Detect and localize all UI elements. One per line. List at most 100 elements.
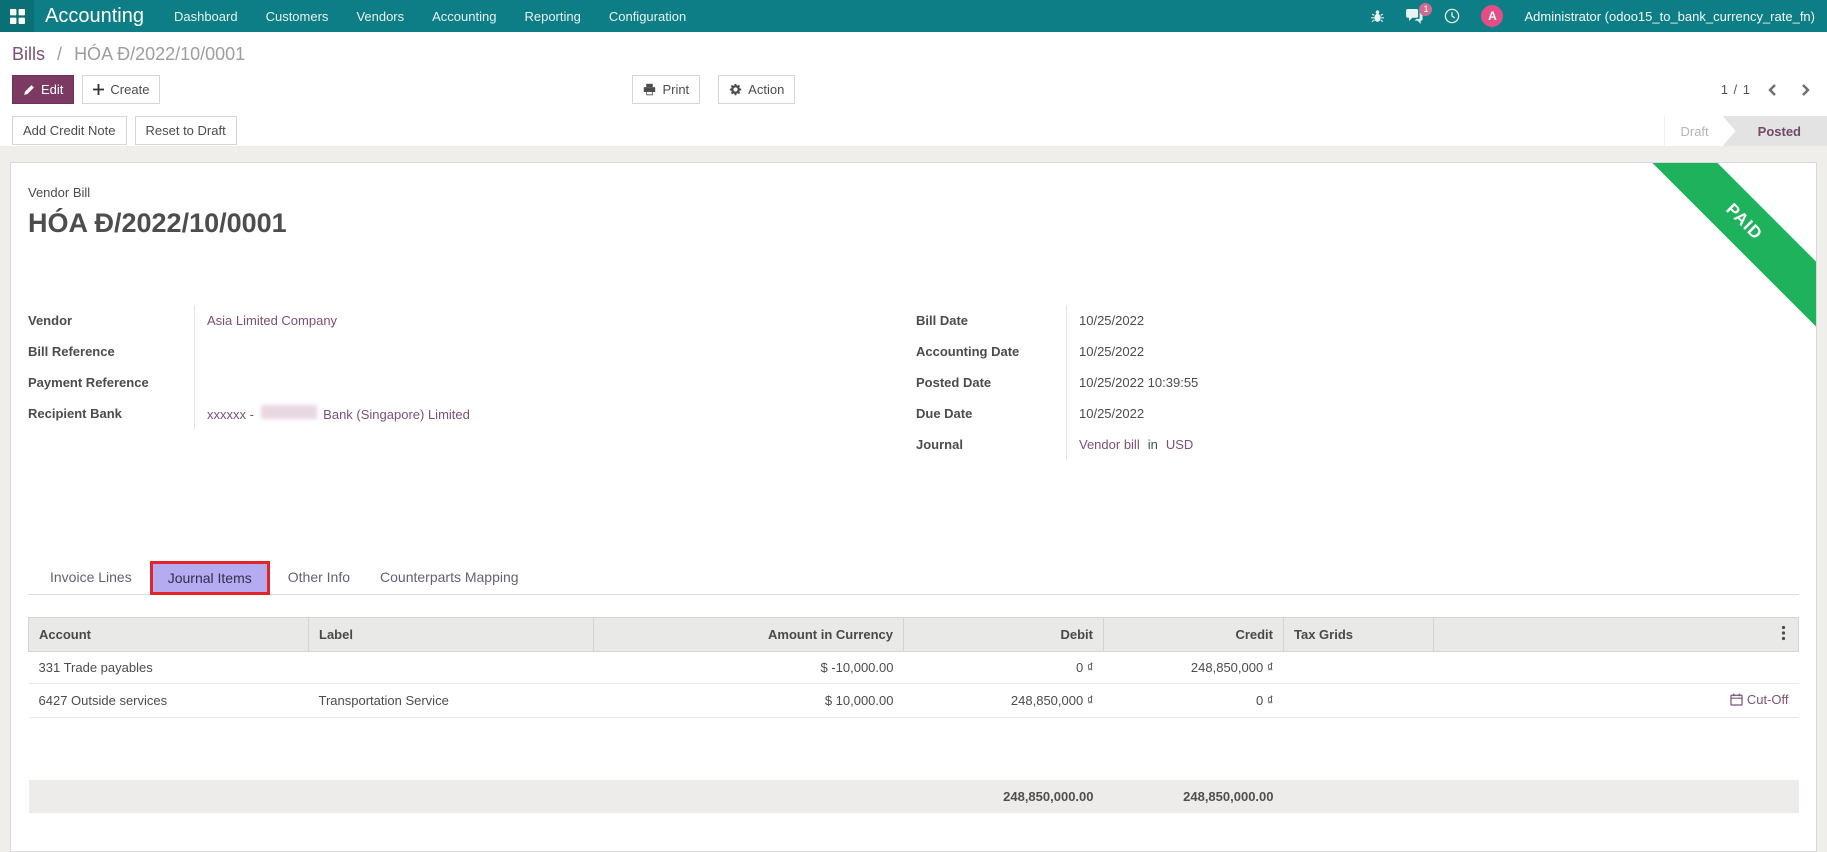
cut-off-tag[interactable]: Cut-Off bbox=[1730, 692, 1789, 707]
column-header-label[interactable]: Label bbox=[308, 617, 594, 652]
messages-badge: 1 bbox=[1419, 2, 1433, 16]
content-area: PAID Vendor Bill HÓA Đ/2022/10/0001 Vend… bbox=[0, 162, 1827, 852]
menu-configuration[interactable]: Configuration bbox=[595, 0, 700, 32]
extra-cell: Cut-Off bbox=[1433, 683, 1799, 718]
action-button-label: Action bbox=[748, 82, 785, 97]
document-type-label: Vendor Bill bbox=[28, 185, 91, 200]
menu-vendors[interactable]: Vendors bbox=[342, 0, 418, 32]
breadcrumb-current: HÓA Đ/2022/10/0001 bbox=[74, 44, 246, 64]
breadcrumb-separator: / bbox=[57, 44, 63, 64]
totals-row: 248,850,000.00 248,850,000.00 bbox=[28, 779, 1799, 813]
activities-clock-icon[interactable] bbox=[1444, 8, 1460, 24]
tax-grids-cell bbox=[1283, 651, 1434, 684]
accounting-date-field-value[interactable]: 10/25/2022 bbox=[1066, 336, 1799, 367]
print-button[interactable]: Print bbox=[632, 75, 701, 104]
menu-reporting[interactable]: Reporting bbox=[510, 0, 594, 32]
column-header-amount-in-currency[interactable]: Amount in Currency bbox=[593, 617, 904, 652]
menu-customers[interactable]: Customers bbox=[252, 0, 343, 32]
journal-items-table: Account Label Amount in Currency Debit C… bbox=[28, 617, 1799, 813]
status-step-posted[interactable]: Posted bbox=[1736, 116, 1827, 146]
column-header-tax-grids[interactable]: Tax Grids bbox=[1283, 617, 1434, 652]
reset-to-draft-button[interactable]: Reset to Draft bbox=[134, 116, 237, 145]
extra-cell bbox=[1433, 651, 1799, 684]
pencil-icon bbox=[23, 84, 35, 96]
create-button[interactable]: Create bbox=[82, 75, 161, 104]
navbar-right: 1 A Administrator (odoo15_to_bank_curren… bbox=[1370, 0, 1827, 32]
column-header-credit[interactable]: Credit bbox=[1103, 617, 1284, 652]
pager-next-button[interactable] bbox=[1795, 80, 1815, 100]
table-row[interactable]: 6427 Outside services Transportation Ser… bbox=[28, 683, 1799, 718]
status-step-draft[interactable]: Draft bbox=[1664, 116, 1735, 146]
posted-date-field-value[interactable]: 10/25/2022 10:39:55 bbox=[1066, 367, 1799, 398]
chevron-right-icon bbox=[1797, 82, 1813, 98]
control-panel-buttons: Edit Create Print Action 1 / 1 bbox=[0, 71, 1827, 104]
printer-icon bbox=[643, 83, 656, 96]
main-menu: Dashboard Customers Vendors Accounting R… bbox=[160, 0, 700, 32]
pager: 1 / 1 bbox=[1721, 80, 1815, 100]
edit-button[interactable]: Edit bbox=[12, 75, 75, 104]
statusbar: Add Credit Note Reset to Draft Draft Pos… bbox=[0, 116, 1827, 146]
optional-columns-toggle[interactable] bbox=[1779, 625, 1788, 641]
bill-date-field-value[interactable]: 10/25/2022 bbox=[1066, 305, 1799, 336]
due-date-field-label: Due Date bbox=[916, 406, 973, 421]
app-brand[interactable]: Accounting bbox=[34, 0, 160, 32]
recipient-bank-field-value[interactable]: xxxxxx - Bank (Singapore) Limited bbox=[207, 405, 470, 422]
table-row[interactable]: 331 Trade payables $ -10,000.00 0 ₫ 248,… bbox=[28, 651, 1799, 684]
tab-counterparts-mapping[interactable]: Counterparts Mapping bbox=[368, 560, 531, 594]
top-navbar: Accounting Dashboard Customers Vendors A… bbox=[0, 0, 1827, 32]
debit-cell: 248,850,000 ₫ bbox=[903, 683, 1104, 718]
control-panel: Bills / HÓA Đ/2022/10/0001 Edit Create P… bbox=[0, 32, 1827, 146]
messages-icon[interactable]: 1 bbox=[1406, 2, 1433, 24]
add-credit-note-button[interactable]: Add Credit Note bbox=[12, 116, 127, 145]
debit-cell: 0 ₫ bbox=[903, 651, 1104, 684]
action-button[interactable]: Action bbox=[718, 75, 796, 104]
label-cell: Transportation Service bbox=[308, 683, 594, 718]
menu-accounting[interactable]: Accounting bbox=[418, 0, 510, 32]
user-menu[interactable]: Administrator (odoo15_to_bank_currency_r… bbox=[1524, 9, 1815, 24]
plus-icon bbox=[93, 84, 105, 95]
pager-previous-button[interactable] bbox=[1763, 80, 1783, 100]
tab-invoice-lines[interactable]: Invoice Lines bbox=[38, 560, 144, 594]
bill-date-field-label: Bill Date bbox=[916, 313, 969, 328]
apps-menu-button[interactable] bbox=[0, 0, 34, 32]
fields-section: Vendor Asia Limited Company Bill Referen… bbox=[28, 305, 1799, 460]
vendor-field-value[interactable]: Asia Limited Company bbox=[207, 313, 337, 328]
credit-total: 248,850,000.00 bbox=[1103, 779, 1284, 813]
debug-bug-icon[interactable] bbox=[1370, 9, 1385, 24]
credit-cell: 0 ₫ bbox=[1103, 683, 1284, 718]
fields-right-group: Bill Date 10/25/2022 Accounting Date 10/… bbox=[916, 305, 1799, 460]
due-date-field-value[interactable]: 10/25/2022 bbox=[1066, 398, 1799, 429]
payment-reference-field-label: Payment Reference bbox=[28, 375, 149, 390]
bill-reference-field-value[interactable] bbox=[194, 336, 916, 367]
recipient-bank-field-label: Recipient Bank bbox=[28, 406, 122, 421]
menu-dashboard[interactable]: Dashboard bbox=[160, 0, 252, 32]
redacted-bank-name bbox=[260, 405, 317, 419]
tab-other-info[interactable]: Other Info bbox=[276, 560, 362, 594]
kebab-vertical-icon bbox=[1781, 625, 1786, 641]
breadcrumb: Bills / HÓA Đ/2022/10/0001 bbox=[0, 32, 1827, 71]
journal-field-label: Journal bbox=[916, 437, 963, 452]
tab-journal-items[interactable]: Journal Items bbox=[149, 560, 270, 595]
amount-cell: $ -10,000.00 bbox=[593, 651, 904, 684]
chevron-left-icon bbox=[1765, 82, 1781, 98]
amount-cell: $ 10,000.00 bbox=[593, 683, 904, 718]
apps-grid-icon bbox=[9, 8, 25, 24]
breadcrumb-bills-link[interactable]: Bills bbox=[12, 44, 45, 64]
column-header-debit[interactable]: Debit bbox=[903, 617, 1104, 652]
notebook-tabs: Invoice Lines Journal Items Other Info C… bbox=[28, 560, 1799, 595]
payment-reference-field-value[interactable] bbox=[194, 367, 916, 398]
posted-date-field-label: Posted Date bbox=[916, 375, 992, 390]
tax-grids-cell bbox=[1283, 683, 1434, 718]
table-empty-space bbox=[29, 718, 1799, 780]
table-header-row: Account Label Amount in Currency Debit C… bbox=[28, 617, 1799, 652]
credit-cell: 248,850,000 ₫ bbox=[1103, 651, 1284, 684]
create-button-label: Create bbox=[110, 82, 150, 97]
journal-currency-value[interactable]: USD bbox=[1166, 437, 1193, 452]
user-avatar[interactable]: A bbox=[1481, 5, 1504, 27]
account-cell: 331 Trade payables bbox=[28, 651, 309, 684]
pager-count: 1 / 1 bbox=[1720, 82, 1751, 97]
journal-field-value[interactable]: Vendor bill bbox=[1079, 437, 1140, 452]
column-header-account[interactable]: Account bbox=[28, 617, 309, 652]
gear-icon bbox=[729, 83, 742, 96]
bill-reference-field-label: Bill Reference bbox=[28, 344, 115, 359]
